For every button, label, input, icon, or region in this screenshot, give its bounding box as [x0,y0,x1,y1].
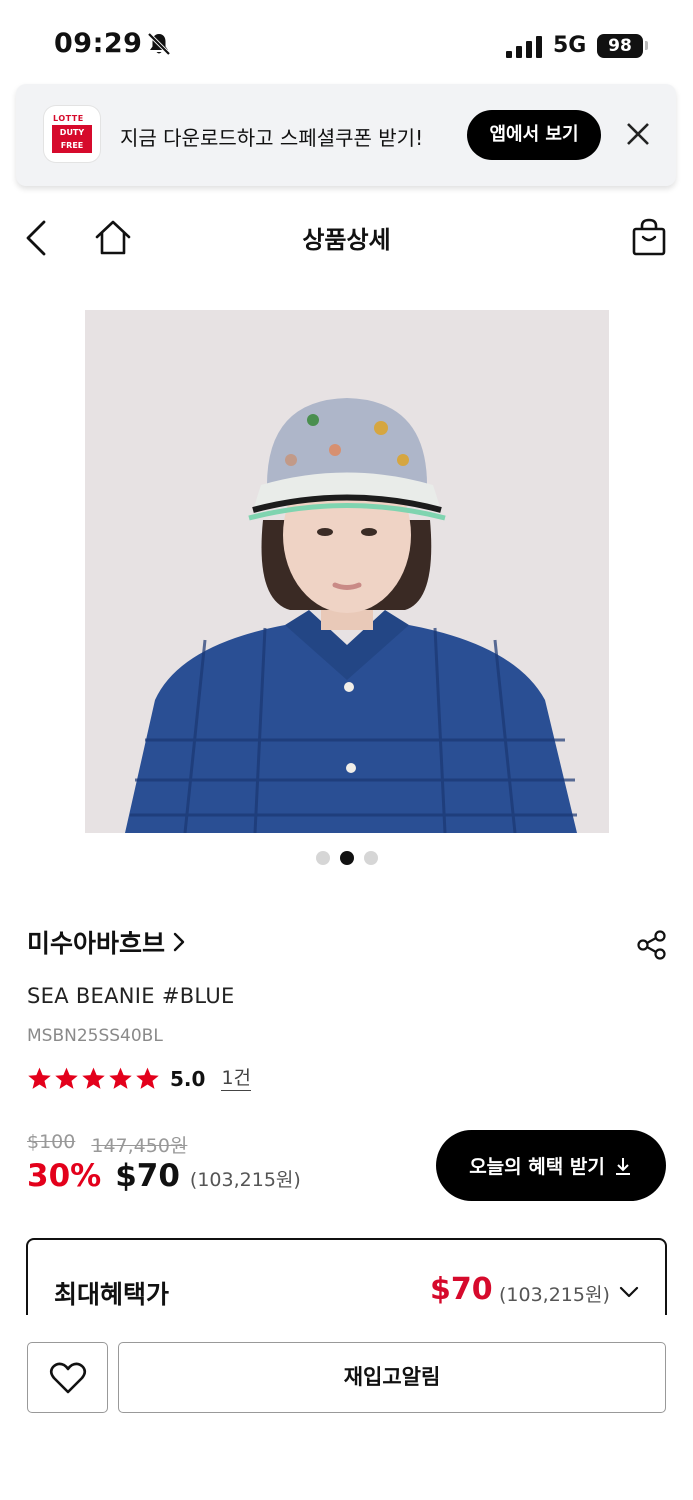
status-time: 09:29 [54,28,143,59]
max-benefit-panel[interactable]: 최대혜택가 $70 (103,215원) [26,1238,667,1315]
star-icon [28,1067,51,1089]
star-icon [136,1067,159,1089]
product-photo [85,310,609,833]
original-price-usd: $100 [27,1131,76,1153]
star-icon [109,1067,132,1089]
share-icon[interactable] [636,929,668,961]
battery-tip [645,41,648,50]
image-pagination [0,851,693,865]
review-count-link[interactable]: 1건 [221,1066,252,1091]
logo-line1: DUTY [59,128,85,137]
shopping-bag-icon[interactable] [628,216,670,258]
brand-link[interactable]: 미수아바흐브 [27,924,187,960]
app-download-banner[interactable]: LOTTE DUTY FREE 지금 다운로드하고 스페셜쿠폰 받기! 앱에서 … [16,84,676,186]
sale-price-usd: $70 [115,1158,180,1194]
page-title: 상품상세 [302,226,391,254]
benefit-button-label: 오늘의 혜택 받기 [469,1156,605,1178]
pagination-dot-active[interactable] [339,851,354,865]
product-image[interactable] [85,310,609,833]
close-icon[interactable] [624,120,652,148]
restock-alert-button[interactable]: 재입고알림 [118,1342,666,1413]
max-benefit-price-krw: (103,215원) [499,1284,610,1306]
battery-level: 98 [597,34,643,58]
original-prices: $100 147,450원 [27,1131,187,1158]
product-name: SEA BEANIE #BLUE [27,984,235,1008]
pagination-dot[interactable] [315,851,330,865]
max-benefit-price-usd: $70 [430,1272,493,1307]
open-in-app-button[interactable]: 앱에서 보기 [467,110,601,160]
star-icon [82,1067,105,1089]
status-bar: 09:29 5G 98 [0,0,693,90]
chevron-down-icon[interactable] [618,1284,640,1300]
bell-off-icon [147,32,171,56]
max-benefit-label: 최대혜택가 [54,1280,170,1309]
star-icon [55,1067,78,1089]
signal-icon [506,36,542,58]
wishlist-button[interactable] [27,1342,108,1413]
heart-icon [49,1362,86,1393]
discount-rate: 30% [27,1158,102,1194]
rating-summary: 5.0 1건 [27,1066,252,1091]
product-code: MSBN25SS40BL [27,1026,163,1046]
lotte-duty-free-logo: LOTTE DUTY FREE [44,106,100,162]
brand-name: 미수아바흐브 [27,929,166,958]
sale-price-krw: (103,215원) [189,1169,301,1191]
banner-message: 지금 다운로드하고 스페셜쿠폰 받기! [120,126,424,150]
download-icon [615,1157,630,1175]
price-row: 30% $70 (103,215원) [27,1158,301,1194]
network-type: 5G [553,33,587,58]
original-price-krw: 147,450원 [91,1135,188,1157]
bottom-action-bar: 재입고알림 [0,1316,693,1500]
chevron-right-icon [173,932,185,952]
page-header: 상품상세 [0,200,693,274]
logo-line2: FREE [60,141,84,150]
logo-box: DUTY FREE [52,125,92,153]
get-today-benefit-button[interactable]: 오늘의 혜택 받기 [436,1130,666,1201]
logo-top-text: LOTTE [53,114,84,123]
rating-score: 5.0 [170,1066,206,1091]
pagination-dot[interactable] [363,851,378,865]
